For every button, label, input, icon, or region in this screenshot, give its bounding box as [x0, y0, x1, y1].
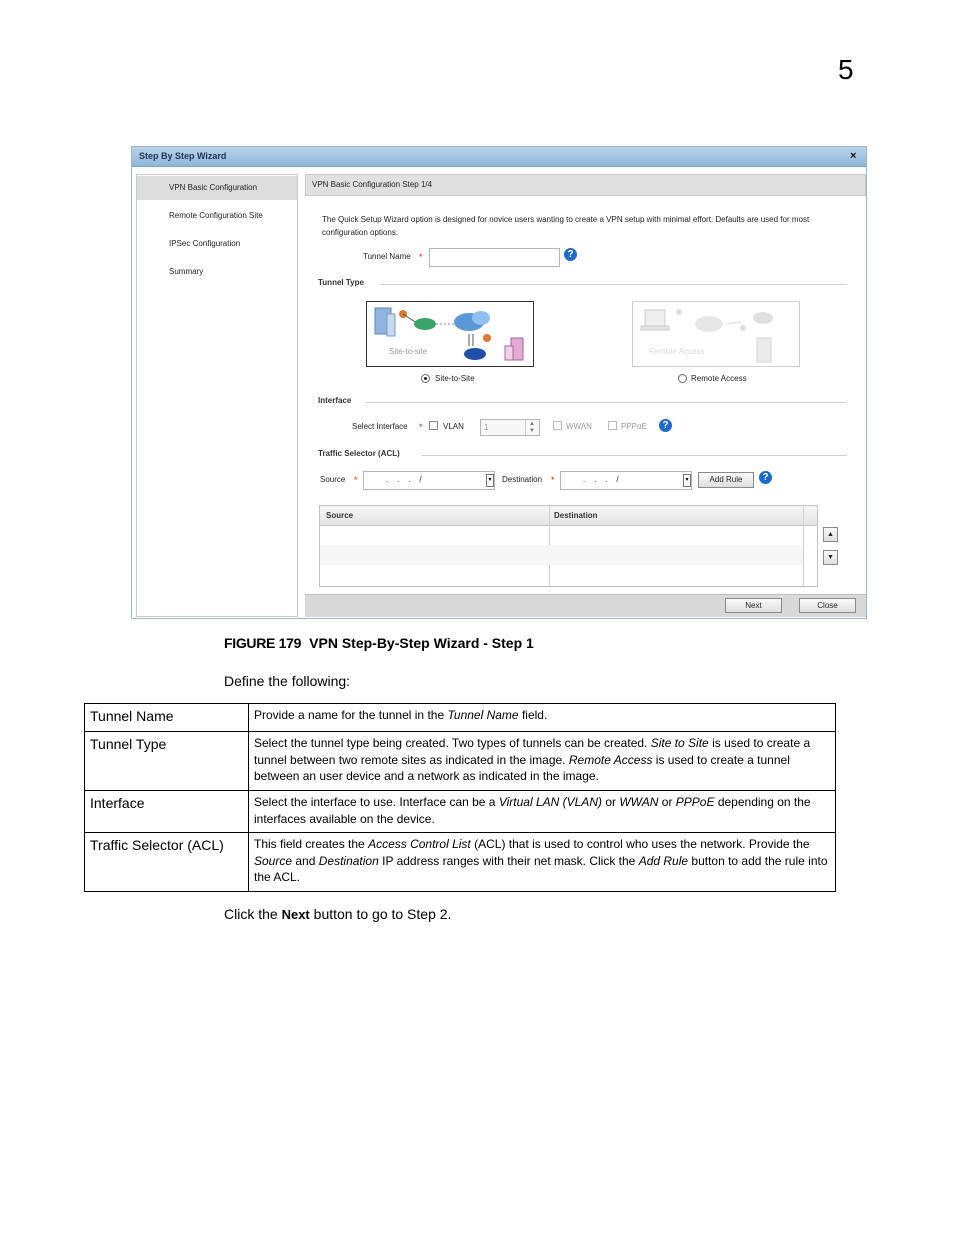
pppoe-label: PPPoE: [621, 422, 647, 431]
source-ip-input[interactable]: . . . / ▾: [363, 471, 495, 490]
definition-description: Select the interface to use. Interface c…: [248, 790, 836, 833]
definition-description: Select the tunnel type being created. Tw…: [248, 731, 836, 791]
remote-access-radio[interactable]: [678, 374, 687, 383]
acl-rules-grid: Source Destination: [319, 505, 818, 587]
figure-title: VPN Step-By-Step Wizard - Step 1: [309, 635, 534, 651]
source-ip-placeholder: . . . /: [386, 475, 422, 484]
section-divider: [380, 284, 847, 285]
table-row: Traffic Selector (ACL) This field create…: [84, 832, 836, 892]
remote-access-image-label: Remote Access: [649, 347, 705, 356]
vlan-spinner[interactable]: 1 ▲ ▼: [480, 419, 540, 436]
definition-term: Tunnel Name: [84, 703, 249, 732]
wizard-main-panel: VPN Basic Configuration Step 1/4 The Qui…: [305, 174, 866, 617]
wizard-title-bar: Step By Step Wizard ×: [132, 147, 866, 167]
wizard-title: Step By Step Wizard: [139, 151, 227, 161]
nav-item-ipsec[interactable]: IPSec Configuration: [137, 232, 297, 256]
definitions-table: Tunnel Name Provide a name for the tunne…: [84, 703, 836, 892]
definition-term: Interface: [84, 790, 249, 833]
vlan-label: VLAN: [443, 422, 464, 431]
remote-access-image[interactable]: Remote Access: [632, 301, 800, 367]
section-divider: [422, 455, 847, 456]
required-mark: *: [419, 422, 423, 432]
grid-column-source[interactable]: Source: [326, 511, 353, 520]
help-icon[interactable]: ?: [759, 471, 772, 484]
select-interface-label: Select Interface: [352, 422, 408, 431]
wizard-footer: Next Close: [305, 594, 866, 617]
define-text: Define the following:: [224, 673, 351, 689]
destination-ip-placeholder: . . . /: [583, 475, 619, 484]
section-divider: [365, 402, 847, 403]
remote-access-option-label: Remote Access: [691, 374, 747, 383]
tunnel-name-label: Tunnel Name: [363, 252, 411, 261]
source-dropdown-chevron-icon[interactable]: ▾: [486, 474, 494, 487]
intro-text: The Quick Setup Wizard option is designe…: [322, 215, 810, 237]
nav-item-remote-config[interactable]: Remote Configuration Site: [137, 204, 297, 228]
table-row: [320, 545, 803, 565]
definition-term: Tunnel Type: [84, 731, 249, 791]
required-mark: *: [551, 475, 555, 485]
table-row: Interface Select the interface to use. I…: [84, 790, 836, 833]
figure-number: FIGURE 179: [224, 635, 302, 651]
next-keyword: Next: [281, 907, 310, 922]
interface-section-label: Interface: [318, 396, 352, 405]
site-to-site-image-label: Site-to-site: [389, 347, 428, 356]
chapter-number: 5: [838, 54, 854, 85]
required-mark: *: [419, 252, 423, 262]
move-down-button[interactable]: ▼: [823, 550, 838, 565]
definition-description: This field creates the Access Control Li…: [248, 832, 836, 892]
wwan-checkbox[interactable]: [553, 421, 562, 430]
help-icon[interactable]: ?: [659, 419, 672, 432]
help-icon[interactable]: ?: [564, 248, 577, 261]
wizard-window: Step By Step Wizard × VPN Basic Configur…: [131, 146, 867, 619]
source-label: Source: [320, 475, 346, 484]
table-row: Tunnel Name Provide a name for the tunne…: [84, 703, 836, 732]
pppoe-checkbox[interactable]: [608, 421, 617, 430]
move-up-button[interactable]: ▲: [823, 527, 838, 542]
closing-text: Click the Next button to go to Step 2.: [224, 906, 452, 922]
next-button[interactable]: Next: [725, 598, 782, 613]
destination-dropdown-chevron-icon[interactable]: ▾: [683, 474, 691, 487]
site-to-site-diagram-icon: [374, 307, 524, 361]
add-rule-button[interactable]: Add Rule: [698, 472, 754, 488]
vlan-value: 1: [484, 423, 489, 432]
table-row: Tunnel Type Select the tunnel type being…: [84, 731, 836, 791]
required-mark: *: [354, 475, 358, 485]
destination-label: Destination: [502, 475, 543, 484]
site-to-site-radio[interactable]: [421, 374, 430, 383]
tunnel-type-section-label: Tunnel Type: [318, 278, 364, 287]
remote-access-diagram-icon: [640, 309, 773, 363]
nav-item-summary[interactable]: Summary: [137, 260, 297, 284]
definition-description: Provide a name for the tunnel in the Tun…: [248, 703, 836, 732]
spinner-up-icon[interactable]: ▲: [529, 421, 535, 427]
site-to-site-image[interactable]: Site-to-site: [366, 301, 534, 367]
wwan-label: WWAN: [566, 422, 592, 431]
grid-column-destination[interactable]: Destination: [554, 511, 598, 520]
close-icon[interactable]: ×: [850, 150, 856, 162]
vlan-checkbox[interactable]: [429, 421, 438, 430]
step-header: VPN Basic Configuration Step 1/4: [305, 174, 866, 196]
destination-ip-input[interactable]: . . . / ▾: [560, 471, 692, 490]
figure-caption: FIGURE 179 VPN Step-By-Step Wizard - Step…: [224, 635, 534, 651]
spinner-down-icon[interactable]: ▼: [529, 428, 535, 434]
traffic-selector-section-label: Traffic Selector (ACL): [318, 449, 400, 458]
wizard-step-nav: VPN Basic Configuration Remote Configura…: [136, 174, 298, 617]
nav-item-vpn-basic[interactable]: VPN Basic Configuration: [137, 176, 297, 200]
close-button[interactable]: Close: [799, 598, 856, 613]
site-to-site-option-label: Site-to-Site: [435, 374, 475, 383]
definition-term: Traffic Selector (ACL): [84, 832, 249, 892]
tunnel-name-input[interactable]: [429, 248, 560, 267]
